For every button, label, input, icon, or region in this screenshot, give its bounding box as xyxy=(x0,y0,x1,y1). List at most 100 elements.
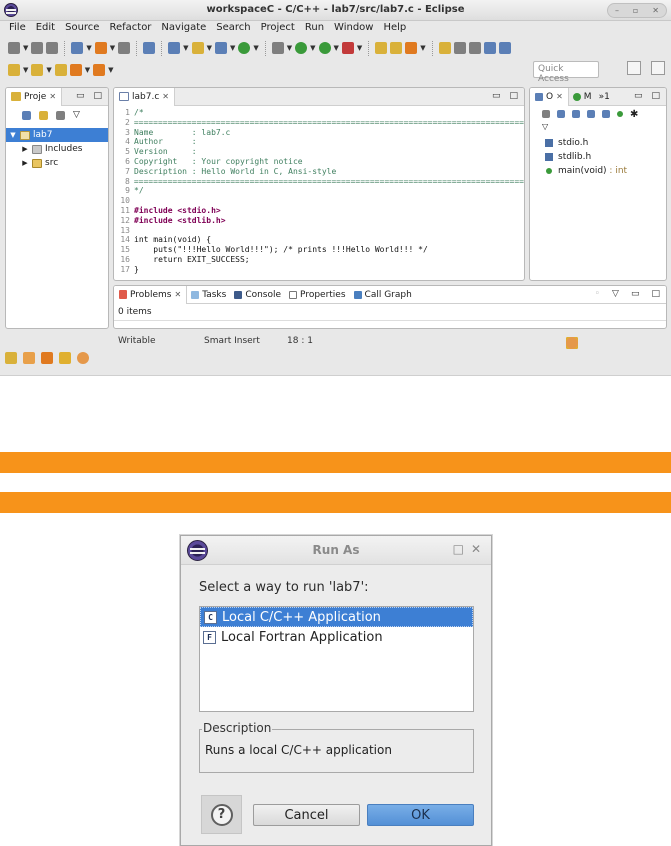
back-arrow-icon[interactable] xyxy=(69,64,82,76)
close-icon[interactable]: ✕ xyxy=(174,290,181,299)
pointer-icon[interactable] xyxy=(143,42,156,54)
menu-run[interactable]: Run xyxy=(300,21,329,37)
outline-item-stdio[interactable]: stdio.h xyxy=(530,136,666,150)
menu-project[interactable]: Project xyxy=(256,21,300,37)
tab-lab7-c[interactable]: lab7.c ✕ xyxy=(114,88,175,106)
trim-icon[interactable] xyxy=(77,352,89,364)
code-text-area[interactable]: 1/* 2 ====================================… xyxy=(114,106,524,275)
minimize-view-icon[interactable]: ▭ xyxy=(634,91,643,101)
tab-problems[interactable]: Problems ✕ xyxy=(114,286,188,304)
maximize-view-icon[interactable]: □ xyxy=(651,91,660,101)
filter-icon[interactable]: ◦ xyxy=(595,289,600,299)
new-project-icon[interactable] xyxy=(168,42,181,54)
chevron-down-icon[interactable]: ▼ xyxy=(310,44,315,52)
menu-search[interactable]: Search xyxy=(211,21,255,37)
prev-annotation-icon[interactable] xyxy=(31,64,44,76)
maximize-view-icon[interactable]: □ xyxy=(93,91,102,101)
tab-project-explorer[interactable]: Proje ✕ xyxy=(6,88,63,106)
minimize-view-icon[interactable]: ▭ xyxy=(76,91,85,101)
open-perspective-icon[interactable] xyxy=(627,61,641,75)
collapse-all-icon[interactable] xyxy=(22,110,31,120)
menu-help[interactable]: Help xyxy=(378,21,411,37)
pilcrow-icon[interactable] xyxy=(498,42,511,54)
last-edit-icon[interactable] xyxy=(54,64,67,76)
external-tools-icon[interactable] xyxy=(341,42,354,54)
build-hammer-icon[interactable] xyxy=(94,42,107,54)
menu-navigate[interactable]: Navigate xyxy=(156,21,211,37)
chevron-down-icon[interactable]: ▼ xyxy=(23,44,28,52)
new-class-icon[interactable] xyxy=(238,42,251,54)
menu-refactor[interactable]: Refactor xyxy=(104,21,156,37)
maximize-view-icon[interactable]: □ xyxy=(509,91,518,101)
save-all-icon[interactable] xyxy=(46,42,59,54)
maximize-icon[interactable]: ▫ xyxy=(633,6,638,15)
menu-file[interactable]: File xyxy=(4,21,31,37)
chevron-down-icon[interactable]: ▼ xyxy=(85,66,90,74)
cancel-button[interactable]: Cancel xyxy=(253,804,360,826)
forward-arrow-icon[interactable] xyxy=(93,64,106,76)
chevron-down-icon[interactable]: ▼ xyxy=(230,44,235,52)
tab-outline[interactable]: O ✕ xyxy=(530,88,569,106)
new-icon[interactable] xyxy=(8,42,20,54)
minimize-view-icon[interactable]: ▭ xyxy=(492,91,501,101)
hide-static-icon[interactable] xyxy=(602,110,610,118)
show-whitespace-icon[interactable] xyxy=(483,42,496,54)
minimize-icon[interactable]: – xyxy=(615,6,619,15)
option-local-c-app[interactable]: C Local C/C++ Application xyxy=(200,607,473,627)
chevron-down-icon[interactable]: ▼ xyxy=(110,44,115,52)
collapsed-arrow-icon[interactable]: ▶ xyxy=(21,145,29,153)
tab-call-graph[interactable]: Call Graph xyxy=(350,290,416,300)
open-type-icon[interactable] xyxy=(375,42,388,54)
filter-icon[interactable] xyxy=(56,110,65,120)
hide-fields-icon[interactable] xyxy=(587,110,595,118)
tab-tasks[interactable]: Tasks xyxy=(187,290,230,300)
trim-icon[interactable] xyxy=(41,352,53,364)
run-play-icon[interactable] xyxy=(295,42,308,54)
coverage-icon[interactable] xyxy=(318,42,331,54)
tab-make-targets[interactable]: M xyxy=(569,92,596,102)
save-icon[interactable] xyxy=(31,42,44,54)
help-button[interactable]: ? xyxy=(201,795,242,834)
trim-icon[interactable] xyxy=(5,352,17,364)
toggle-mark-icon[interactable] xyxy=(453,42,466,54)
close-icon[interactable]: ✕ xyxy=(49,92,56,101)
view-menu-icon[interactable]: ▽ xyxy=(530,122,666,136)
sync-icon[interactable] xyxy=(542,110,550,118)
link-editor-icon[interactable] xyxy=(39,110,48,120)
c-perspective-icon[interactable] xyxy=(651,61,665,75)
chevron-down-icon[interactable]: ▼ xyxy=(46,66,51,74)
chevron-down-icon[interactable]: ▼ xyxy=(108,66,113,74)
chevron-down-icon[interactable]: ▼ xyxy=(86,44,91,52)
quick-access-input[interactable]: Quick Access xyxy=(533,61,599,84)
collapsed-arrow-icon[interactable]: ▶ xyxy=(21,159,29,167)
option-local-fortran-app[interactable]: F Local Fortran Application xyxy=(200,627,473,647)
trim-icon[interactable] xyxy=(23,352,35,364)
chevron-down-icon[interactable]: ▼ xyxy=(23,66,28,74)
close-icon[interactable]: ✕ xyxy=(471,542,481,556)
tab-console[interactable]: Console xyxy=(230,290,285,300)
outline-item-stdlib[interactable]: stdlib.h xyxy=(530,150,666,164)
menu-source[interactable]: Source xyxy=(60,21,104,37)
chevron-down-icon[interactable]: ▼ xyxy=(334,44,339,52)
hide-macros-icon[interactable]: ✱ xyxy=(630,109,638,120)
tree-item-src[interactable]: ▶ src xyxy=(6,156,108,170)
tree-item-lab7[interactable]: ▼ lab7 xyxy=(6,128,108,142)
new-folder-icon[interactable] xyxy=(191,42,204,54)
expanded-arrow-icon[interactable]: ▼ xyxy=(9,131,17,139)
trim-icon[interactable] xyxy=(566,337,578,349)
collapse-all-icon[interactable] xyxy=(557,110,565,118)
debug-bug-icon[interactable] xyxy=(271,42,284,54)
chevron-down-icon[interactable]: ▼ xyxy=(207,44,212,52)
chevron-down-icon[interactable]: ▼ xyxy=(183,44,188,52)
maximize-icon[interactable]: □ xyxy=(453,542,464,556)
chevron-down-icon[interactable]: ▼ xyxy=(420,44,425,52)
close-icon[interactable]: ✕ xyxy=(162,92,169,101)
chevron-down-icon[interactable]: ▼ xyxy=(253,44,258,52)
more-tabs-chevron[interactable]: »1 xyxy=(596,92,613,102)
open-element-icon[interactable] xyxy=(390,42,403,54)
block-select-icon[interactable] xyxy=(468,42,481,54)
maximize-view-icon[interactable]: □ xyxy=(651,289,660,299)
view-menu-icon[interactable]: ▽ xyxy=(73,110,80,120)
new-file-icon[interactable] xyxy=(214,42,227,54)
menu-edit[interactable]: Edit xyxy=(31,21,60,37)
